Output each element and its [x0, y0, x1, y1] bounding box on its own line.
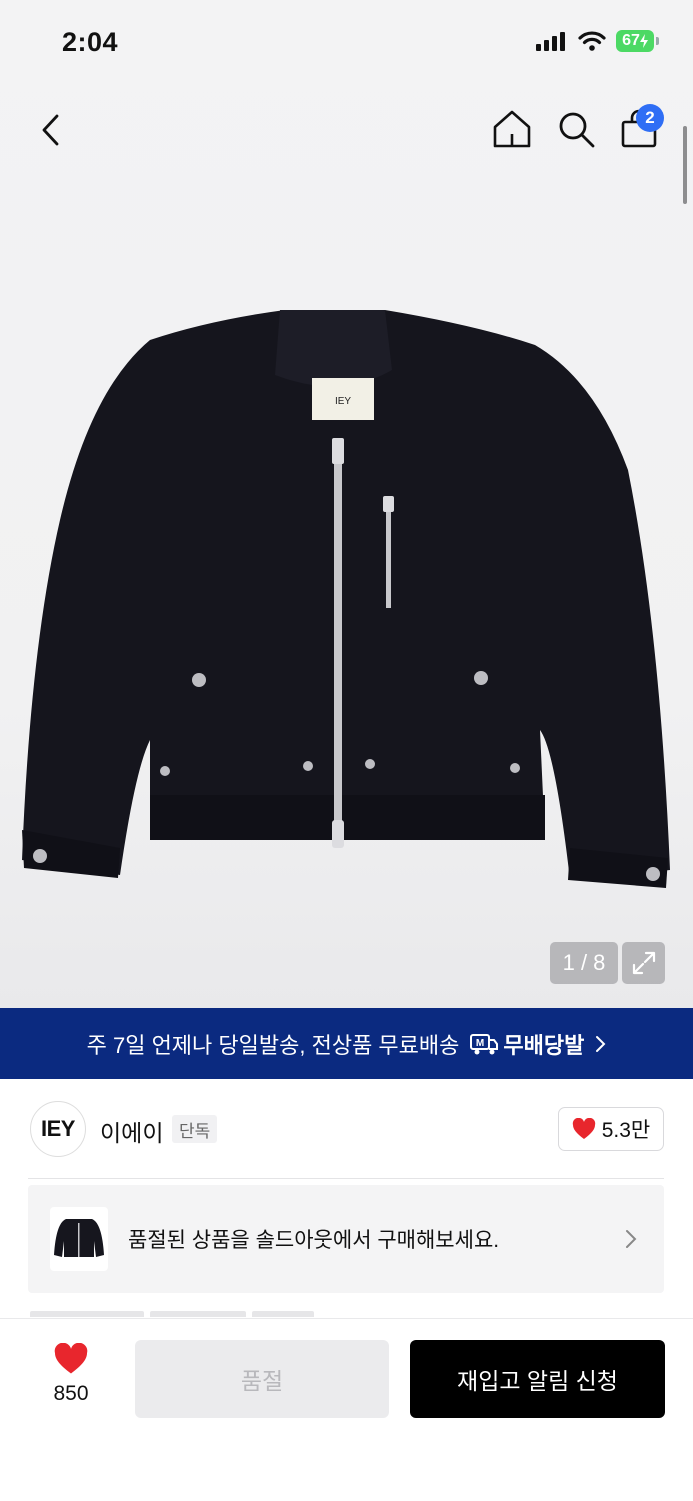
promo-brand-name: 무배당발 [503, 1032, 585, 1058]
jacket-thumbnail-icon [54, 1219, 104, 1257]
charging-bolt-icon [639, 34, 648, 48]
promo-brand: M 무배당발 [469, 1028, 584, 1060]
restock-alert-button[interactable]: 재입고 알림 신청 [410, 1340, 665, 1418]
expand-icon[interactable] [622, 942, 665, 984]
delivery-truck-icon: M [470, 1033, 499, 1054]
soldout-promo-card[interactable]: 품절된 상품을 솔드아웃에서 구매해보세요. [28, 1185, 664, 1293]
search-icon[interactable] [555, 108, 597, 150]
signal-icon [536, 32, 565, 51]
jacket-label-text: IEY [335, 396, 351, 407]
brand-logo[interactable]: IEY [30, 1101, 86, 1157]
exclusive-badge: 단독 [172, 1115, 218, 1143]
wishlist-count: 850 [53, 1382, 89, 1405]
tag-row-peek [30, 1311, 314, 1317]
battery-indicator: 67 [616, 30, 654, 52]
status-time: 2:04 [62, 27, 119, 57]
brand-like-button[interactable]: 5.3만 [558, 1107, 664, 1151]
soldout-product-thumbnail [50, 1207, 108, 1271]
divider [28, 1178, 664, 1179]
expand-arrows-icon [632, 951, 655, 975]
svg-text:M: M [476, 1038, 484, 1049]
image-counter: 1 / 8 [550, 942, 618, 984]
delivery-promo-banner[interactable]: 주 7일 언제나 당일발송, 전상품 무료배송 M 무배당발 [0, 1008, 693, 1079]
heart-icon [572, 1118, 595, 1139]
home-icon[interactable] [491, 108, 533, 150]
scrollbar-thumb[interactable] [683, 126, 687, 204]
brand-like-count: 5.3만 [601, 1119, 651, 1142]
soldout-button[interactable]: 품절 [135, 1340, 389, 1418]
heart-icon [54, 1342, 88, 1374]
status-icons: 67 [536, 30, 659, 52]
product-image-jacket[interactable]: IEY [10, 300, 685, 900]
chevron-right-icon [626, 1230, 637, 1248]
soldout-banner-text: 품절된 상품을 솔드아웃에서 구매해보세요. [128, 1229, 500, 1252]
brand-name[interactable]: 이에이 [100, 1114, 163, 1148]
promo-text: 주 7일 언제나 당일발송, 전상품 무료배송 [86, 1032, 460, 1058]
chevron-right-icon [596, 1035, 606, 1052]
cart-count-badge[interactable]: 2 [636, 104, 664, 132]
back-chevron-icon[interactable] [36, 112, 66, 148]
battery-cap [656, 37, 659, 45]
wishlist-button[interactable]: 850 [40, 1342, 102, 1406]
wifi-icon [578, 31, 606, 51]
battery-level: 67 [622, 32, 640, 49]
